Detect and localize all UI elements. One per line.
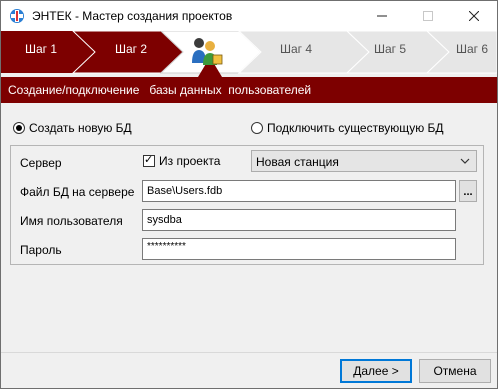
password-input[interactable]: ********** (142, 238, 456, 260)
section-header-text: Создание/подключение базы данных пользов… (8, 83, 312, 97)
username-value: sysdba (147, 214, 182, 226)
connect-existing-db-option[interactable]: Подключить существующую БД (251, 121, 444, 135)
chevron-down-icon (460, 158, 470, 164)
wizard-steps: Шаг 1 Шаг 2 Шаг 4 Шаг 5 Шаг 6 (1, 31, 497, 77)
username-label: Имя пользователя (20, 214, 123, 228)
section-header: Создание/подключение базы данных пользов… (1, 77, 497, 103)
server-select-value: Новая станция (256, 155, 339, 169)
username-input[interactable]: sysdba (142, 209, 456, 231)
close-icon (469, 11, 479, 21)
from-project-label: Из проекта (159, 154, 221, 168)
steps-graphic (1, 31, 497, 77)
browse-button[interactable]: ... (459, 180, 477, 202)
server-select[interactable]: Новая станция (251, 150, 477, 172)
minimize-button[interactable] (359, 1, 405, 31)
password-label: Пароль (20, 243, 62, 257)
create-new-db-radio[interactable] (13, 122, 25, 134)
step-1-label: Шаг 1 (25, 42, 58, 56)
window-title: ЭНТЕК - Мастер создания проектов (32, 9, 233, 23)
db-file-value: Base\Users.fdb (147, 185, 223, 197)
from-project-option[interactable]: Из проекта (143, 153, 221, 168)
connect-existing-db-radio[interactable] (251, 122, 263, 134)
db-file-input[interactable]: Base\Users.fdb (142, 180, 456, 202)
cancel-button[interactable]: Отмена (419, 359, 491, 383)
password-value: ********** (147, 241, 186, 252)
footer-divider (1, 352, 497, 353)
maximize-icon (423, 11, 433, 21)
create-new-db-option[interactable]: Создать новую БД (13, 121, 132, 135)
step-5-label: Шаг 5 (374, 42, 407, 56)
title-bar: ЭНТЕК - Мастер создания проектов (1, 1, 497, 31)
create-new-db-label: Создать новую БД (29, 121, 132, 135)
step-2-label: Шаг 2 (115, 42, 148, 56)
app-logo-icon (10, 9, 24, 23)
step-4-label: Шаг 4 (280, 42, 313, 56)
connect-existing-db-label: Подключить существующую БД (267, 121, 444, 135)
wizard-window: ЭНТЕК - Мастер создания проектов Шаг 1 Ш… (0, 0, 498, 389)
close-button[interactable] (451, 1, 497, 31)
db-file-label: Файл БД на сервере (20, 185, 135, 199)
from-project-checkbox[interactable] (143, 153, 155, 167)
next-button[interactable]: Далее > (340, 359, 412, 383)
server-label: Сервер (20, 156, 62, 170)
step-6-label: Шаг 6 (456, 42, 489, 56)
maximize-button[interactable] (405, 1, 451, 31)
minimize-icon (377, 15, 387, 17)
